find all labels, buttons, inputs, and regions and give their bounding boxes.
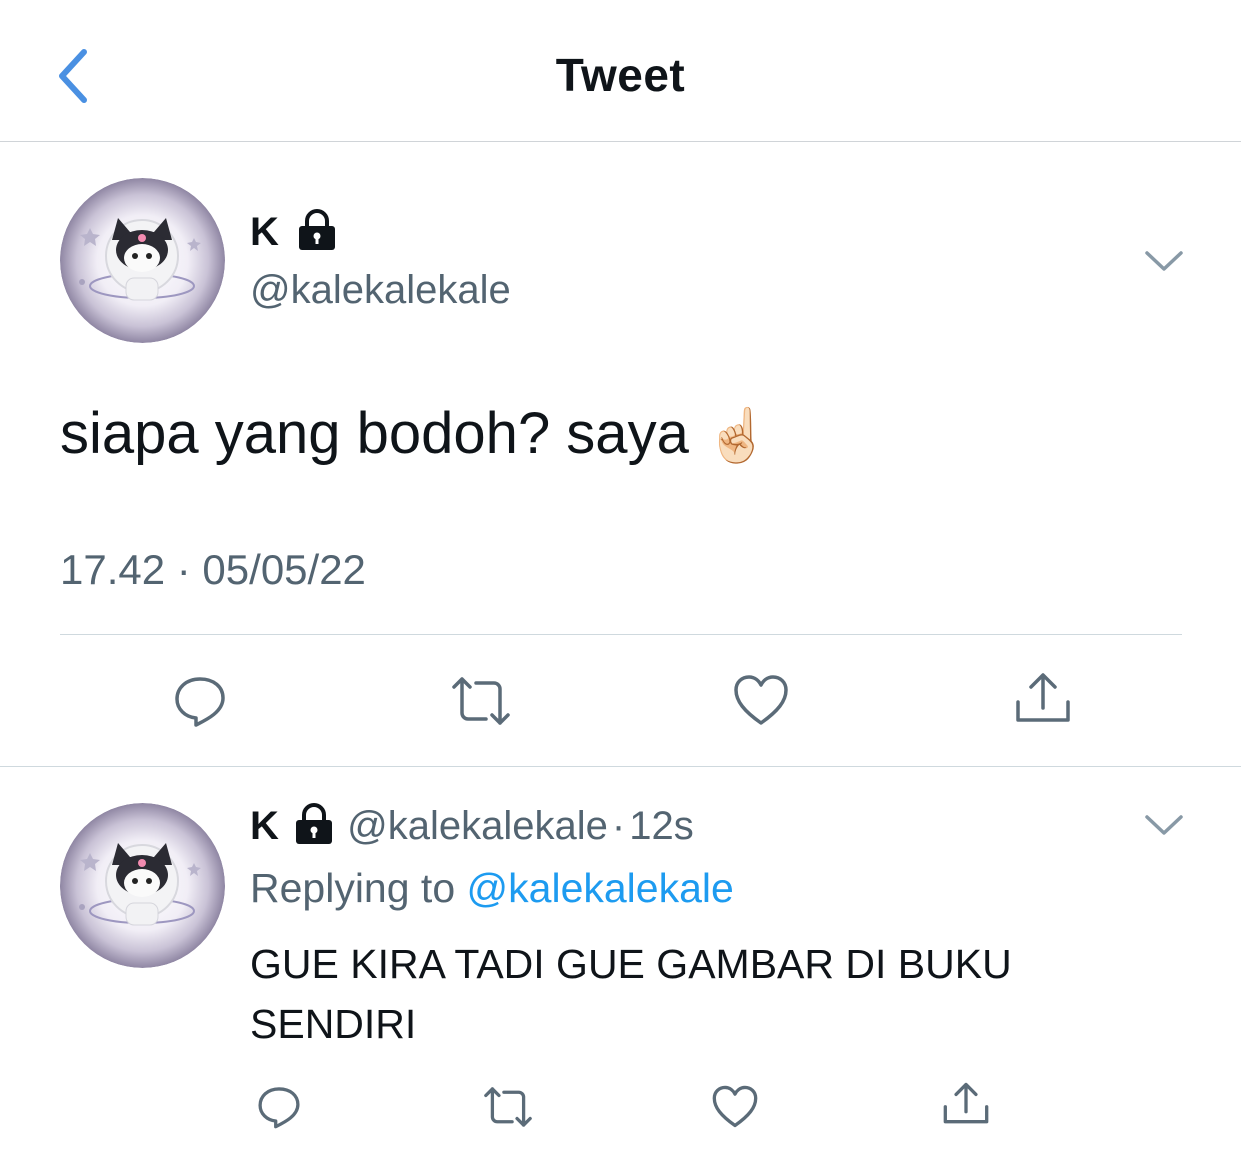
top-bar: Tweet bbox=[0, 0, 1241, 142]
like-icon[interactable] bbox=[732, 673, 790, 727]
page-title: Tweet bbox=[555, 49, 686, 101]
tweet-text: siapa yang bodoh? saya ☝🏻 bbox=[60, 398, 770, 472]
emoji: ☝🏻 bbox=[704, 407, 770, 465]
chevron-down-icon[interactable] bbox=[1142, 810, 1186, 840]
mention-link[interactable]: @kalekalekale bbox=[467, 865, 734, 911]
chevron-down-icon[interactable] bbox=[1142, 246, 1186, 276]
display-name[interactable]: K bbox=[250, 208, 279, 256]
divider bbox=[60, 634, 1182, 635]
reply-icon[interactable] bbox=[172, 673, 228, 729]
like-icon[interactable] bbox=[711, 1084, 759, 1129]
lock-icon bbox=[299, 209, 335, 250]
display-name[interactable]: K bbox=[250, 804, 279, 848]
tweet-timestamp[interactable]: 17.42 · 05/05/22 bbox=[60, 544, 366, 596]
avatar[interactable] bbox=[60, 803, 225, 968]
reply-text: GUE KIRA TADI GUE GAMBAR DI BUKU SENDIRI bbox=[250, 941, 1012, 1047]
reply-time[interactable]: 12s bbox=[629, 804, 694, 848]
share-icon[interactable] bbox=[1014, 670, 1072, 726]
replying-to: Replying to @kalekalekale bbox=[250, 862, 734, 914]
avatar[interactable] bbox=[60, 178, 225, 343]
user-handle[interactable]: @kalekalekale bbox=[250, 266, 511, 314]
reply-icon[interactable] bbox=[256, 1084, 302, 1130]
separator: · bbox=[611, 804, 626, 848]
share-icon[interactable] bbox=[942, 1080, 990, 1127]
retweet-icon[interactable] bbox=[480, 1084, 536, 1130]
lock-icon bbox=[296, 803, 333, 844]
user-handle[interactable]: @kalekalekale bbox=[347, 804, 608, 848]
retweet-icon[interactable] bbox=[448, 673, 514, 729]
tweet-body: siapa yang bodoh? saya bbox=[60, 401, 689, 466]
replying-prefix: Replying to bbox=[250, 865, 456, 911]
divider bbox=[0, 766, 1241, 767]
reply-meta: K @kalekalekale · 12s bbox=[250, 800, 694, 852]
